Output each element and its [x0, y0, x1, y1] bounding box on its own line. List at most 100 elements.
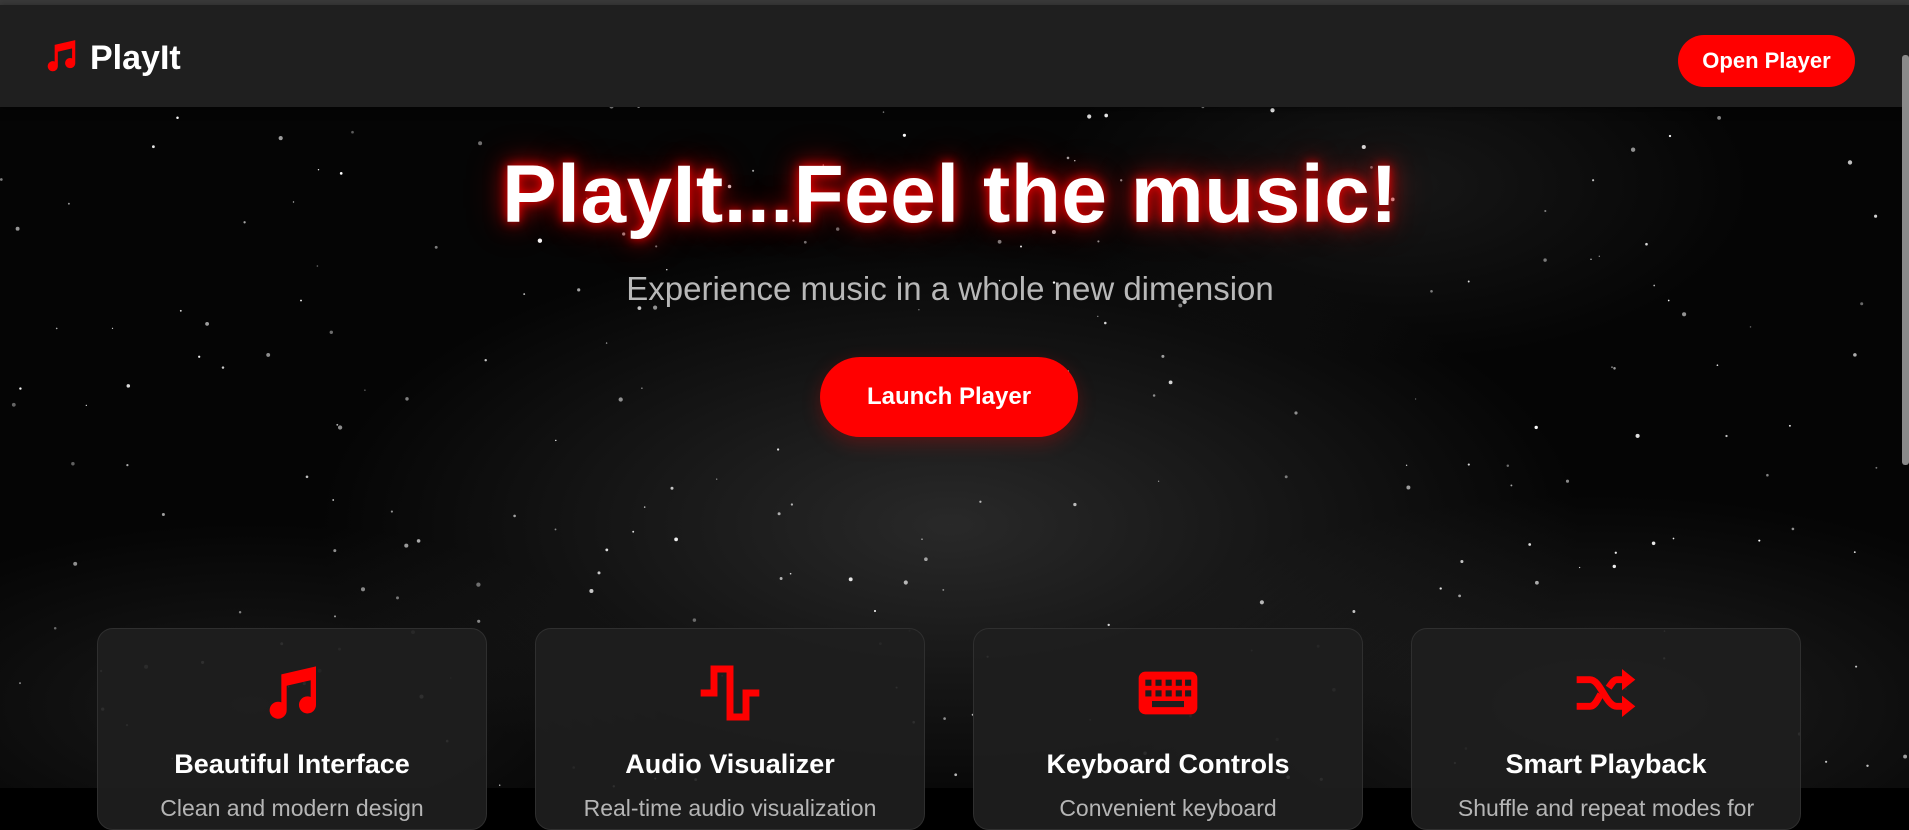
star — [513, 514, 516, 518]
star — [716, 478, 718, 480]
star — [605, 548, 609, 552]
star — [882, 111, 885, 113]
star — [589, 588, 594, 594]
star — [674, 537, 678, 542]
star — [499, 784, 501, 786]
star — [692, 618, 697, 622]
star — [336, 423, 339, 426]
star — [942, 588, 945, 591]
open-player-button[interactable]: Open Player — [1678, 35, 1855, 87]
page-scrollbar[interactable] — [1902, 55, 1909, 465]
star — [902, 133, 906, 137]
star — [641, 387, 643, 389]
star — [1107, 623, 1110, 627]
star — [405, 397, 409, 401]
star — [1161, 354, 1165, 358]
star — [266, 352, 271, 357]
star — [1439, 587, 1442, 590]
star — [921, 538, 923, 540]
star — [1535, 580, 1539, 585]
music-note-icon — [98, 661, 486, 723]
launch-player-button[interactable]: Launch Player — [820, 357, 1078, 437]
star — [333, 549, 337, 553]
star — [179, 309, 182, 312]
star — [1866, 764, 1869, 768]
brand-logo[interactable]: PlayIt — [42, 37, 181, 80]
star — [1766, 473, 1769, 477]
feature-card-smart-playback: Smart Playback Shuffle and repeat modes … — [1411, 628, 1801, 830]
star — [1590, 258, 1592, 260]
star — [954, 773, 958, 777]
star — [873, 609, 877, 613]
star — [1614, 551, 1617, 554]
star — [779, 577, 783, 580]
feature-description: Clean and modern design — [160, 795, 424, 821]
star — [221, 366, 225, 369]
star — [19, 387, 22, 390]
star — [1104, 321, 1107, 325]
star — [126, 464, 129, 467]
hero-title: PlayIt...Feel the music! — [501, 149, 1399, 240]
star — [55, 327, 58, 330]
star — [1352, 610, 1356, 613]
star — [1414, 398, 1417, 400]
star — [1565, 479, 1570, 483]
star — [53, 626, 57, 630]
feature-title: Audio Visualizer — [625, 749, 835, 779]
star — [605, 342, 608, 344]
star — [632, 530, 635, 533]
star — [1097, 315, 1099, 317]
music-note-icon — [42, 37, 80, 80]
star — [1682, 312, 1687, 317]
star — [85, 404, 87, 407]
star — [364, 389, 366, 391]
feature-title: Keyboard Controls — [1046, 749, 1290, 779]
star — [478, 141, 483, 146]
star — [337, 425, 343, 430]
star — [1668, 134, 1672, 138]
star — [1875, 466, 1878, 469]
star — [1825, 760, 1828, 763]
star — [1168, 380, 1173, 385]
star — [1612, 564, 1617, 569]
star — [1506, 464, 1510, 468]
star — [1717, 116, 1721, 120]
feature-description: Convenient keyboard — [1059, 795, 1277, 821]
feature-card-audio-visualizer: Audio Visualizer Real-time audio visuali… — [535, 628, 925, 830]
star — [776, 448, 780, 451]
star — [918, 309, 920, 311]
keyboard-icon — [974, 661, 1362, 723]
star — [1611, 366, 1613, 369]
shuffle-icon — [1412, 661, 1800, 723]
waveform-icon — [536, 661, 924, 723]
star — [161, 512, 165, 517]
feature-card-keyboard-controls: Keyboard Controls Convenient keyboard — [973, 628, 1363, 830]
star — [332, 499, 335, 501]
brand-name: PlayIt — [90, 39, 181, 77]
star — [1270, 108, 1275, 113]
star — [554, 528, 557, 531]
star — [477, 619, 481, 623]
star — [126, 384, 131, 388]
star — [1284, 475, 1288, 479]
star — [1460, 559, 1464, 564]
star — [1613, 367, 1616, 370]
hero-subtitle: Experience music in a whole new dimensio… — [626, 270, 1274, 307]
star — [11, 402, 16, 407]
star — [1543, 258, 1547, 262]
star — [334, 615, 336, 618]
star — [396, 596, 399, 600]
star — [1510, 484, 1513, 487]
star — [1259, 600, 1264, 605]
star — [1855, 665, 1858, 668]
star — [1405, 464, 1408, 466]
star — [790, 503, 794, 506]
feature-card-beautiful-interface: Beautiful Interface Clean and modern des… — [97, 628, 487, 830]
star — [1534, 425, 1538, 430]
star — [670, 486, 674, 490]
feature-title: Beautiful Interface — [174, 749, 410, 779]
star — [198, 355, 201, 358]
star — [476, 582, 481, 587]
star — [1716, 364, 1719, 367]
star — [1104, 113, 1109, 118]
